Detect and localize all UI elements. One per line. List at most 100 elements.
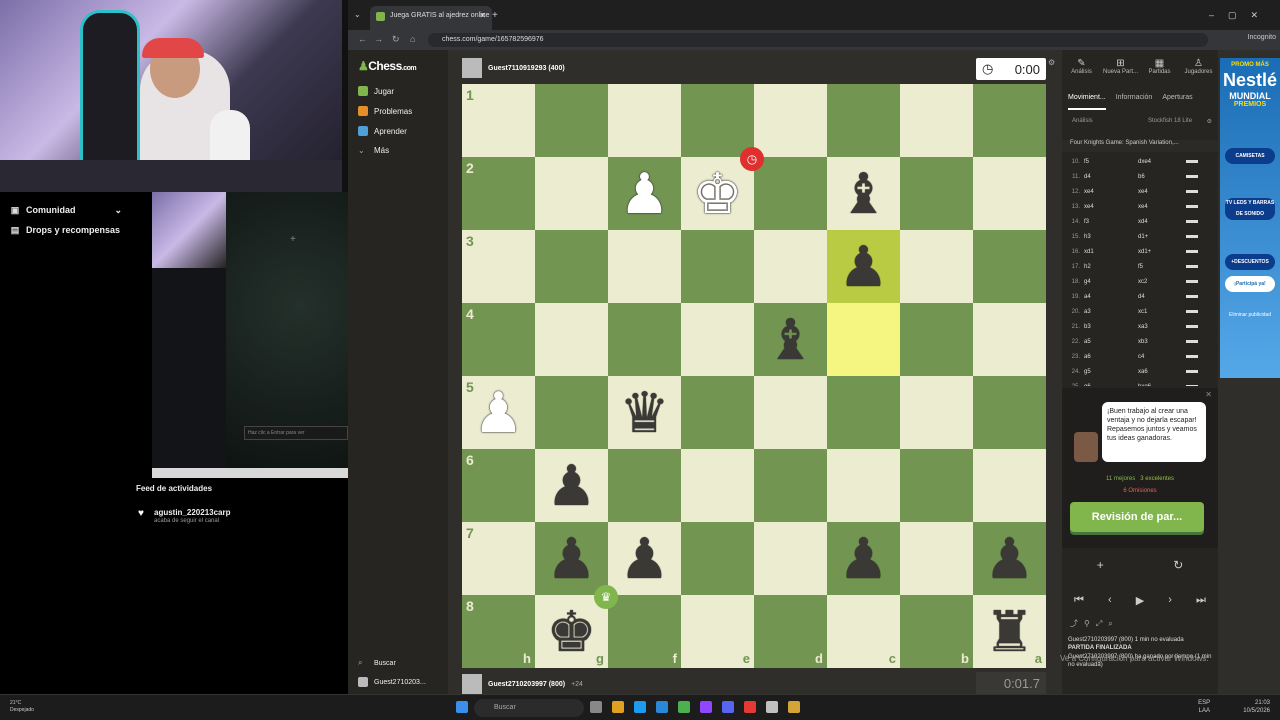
board-square[interactable]: ♝ (827, 157, 900, 230)
white-move[interactable]: h2 (1084, 264, 1138, 270)
board-square[interactable] (973, 303, 1046, 376)
black-move[interactable]: xe4 (1138, 189, 1178, 195)
remove-ads-link[interactable]: Eliminar publicidad (1220, 312, 1280, 318)
tab-nueva-partida[interactable]: ⊞ Nueva Part... (1103, 58, 1139, 88)
next-move-icon[interactable]: › (1168, 594, 1172, 606)
incognito-badge[interactable]: Incognito (1248, 34, 1276, 41)
board-square[interactable] (754, 84, 827, 157)
white-move[interactable]: g5 (1084, 369, 1138, 375)
board-square[interactable] (900, 84, 973, 157)
chess-piece[interactable]: ♝ (838, 165, 888, 222)
store-icon[interactable] (634, 701, 646, 713)
board-square[interactable] (608, 303, 681, 376)
board-square[interactable]: 3 (462, 230, 535, 303)
sidebar-item-drops[interactable]: ▤ Drops y recompensas (0, 220, 152, 240)
board-square[interactable] (754, 376, 827, 449)
taskview-icon[interactable] (590, 701, 602, 713)
white-move[interactable]: f5 (1084, 159, 1138, 165)
taskbar-search[interactable]: Buscar (474, 699, 584, 717)
preview-chat-input[interactable]: Haz clic a Entrar para ver (244, 426, 348, 440)
board-square[interactable]: ♝ (754, 303, 827, 376)
tab-partidas[interactable]: ▦ Partidas (1142, 58, 1178, 88)
chess-piece[interactable]: ♟ (619, 530, 669, 587)
board-square[interactable]: ♚ ◷ (681, 147, 764, 230)
subtab-movimientos[interactable]: Movimient... (1068, 94, 1106, 110)
board-square[interactable] (900, 303, 973, 376)
board-square[interactable] (754, 230, 827, 303)
board-square[interactable]: 7 (462, 522, 535, 595)
nav-jugar[interactable]: Jugar (358, 86, 394, 96)
chess-piece[interactable]: ♟ (984, 530, 1034, 587)
white-move[interactable]: a5 (1084, 339, 1138, 345)
tab-jugadores[interactable]: ♙ Jugadores (1181, 58, 1217, 88)
forward-icon[interactable]: → (374, 34, 383, 44)
chess-piece[interactable]: ♟ (473, 384, 523, 441)
board-square[interactable]: ♟ (608, 522, 681, 595)
black-move[interactable]: xc1 (1138, 309, 1178, 315)
board-square[interactable] (900, 522, 973, 595)
review-button[interactable]: Revisión de par... (1070, 502, 1204, 532)
board-square[interactable] (535, 157, 608, 230)
explorer-icon[interactable] (612, 701, 624, 713)
chess-piece[interactable]: ♝ (765, 311, 815, 368)
edge-icon[interactable] (656, 701, 668, 713)
board-square[interactable] (608, 449, 681, 522)
settings-icon[interactable]: ⚙ (1048, 58, 1055, 67)
black-move[interactable]: d1+ (1138, 234, 1178, 240)
obs-icon[interactable] (744, 701, 756, 713)
board-square[interactable]: f (608, 595, 681, 668)
white-move[interactable]: xe4 (1084, 204, 1138, 210)
board-square[interactable]: ♟ (973, 522, 1046, 595)
board-square[interactable]: ♟ (535, 522, 608, 595)
app-icon[interactable] (766, 701, 778, 713)
black-move[interactable]: d4 (1138, 294, 1178, 300)
board-square[interactable]: d (754, 595, 827, 668)
plus-icon[interactable]: + (290, 234, 296, 245)
board-square[interactable] (900, 449, 973, 522)
black-move[interactable]: dxe4 (1138, 159, 1178, 165)
board-square[interactable] (608, 84, 681, 157)
nav-problemas[interactable]: Problemas (358, 106, 412, 116)
black-move[interactable]: xa6 (1138, 369, 1178, 375)
board-square[interactable] (827, 376, 900, 449)
board-square[interactable] (827, 84, 900, 157)
board-square[interactable] (535, 230, 608, 303)
chess-piece[interactable]: ♟ (619, 165, 669, 222)
board-square[interactable] (900, 376, 973, 449)
chess-piece[interactable]: ♟ (546, 457, 596, 514)
play-icon[interactable]: ▶ (1136, 594, 1144, 607)
home-icon[interactable]: ⌂ (410, 34, 415, 44)
board-square[interactable]: a ♜ (973, 595, 1046, 668)
board-square[interactable] (681, 449, 754, 522)
black-move[interactable]: xa3 (1138, 324, 1178, 330)
board-square[interactable] (827, 449, 900, 522)
black-move[interactable]: xb3 (1138, 339, 1178, 345)
white-move[interactable]: xd1 (1084, 249, 1138, 255)
last-move-icon[interactable]: ⏭ (1196, 594, 1206, 607)
board-square[interactable] (681, 230, 754, 303)
chess-piece[interactable]: ♟ (838, 530, 888, 587)
black-move[interactable]: xd1+ (1138, 249, 1178, 255)
board-square[interactable]: b (900, 595, 973, 668)
language-indicator[interactable]: ESP LAA (1198, 700, 1210, 716)
chess-piece[interactable]: ♚ (692, 165, 742, 222)
board-square[interactable]: e (681, 595, 754, 668)
feed-username[interactable]: agustin_220213carp (154, 508, 231, 517)
white-move[interactable]: h3 (1084, 234, 1138, 240)
reload-icon[interactable]: ↻ (392, 34, 400, 45)
board-square[interactable]: ♛ (608, 376, 681, 449)
board-square[interactable]: ♟ (827, 522, 900, 595)
white-move[interactable]: xe4 (1084, 189, 1138, 195)
discord-icon[interactable] (722, 701, 734, 713)
board-square[interactable] (754, 522, 827, 595)
window-controls[interactable]: –▢✕ (1209, 10, 1272, 21)
black-move[interactable]: xc2 (1138, 279, 1178, 285)
board-square[interactable]: ♟ (535, 449, 608, 522)
board-square[interactable] (535, 303, 608, 376)
tab-menu-icon[interactable]: ⌄ (354, 10, 361, 19)
board-square[interactable] (535, 84, 608, 157)
app-icon[interactable] (788, 701, 800, 713)
white-move[interactable]: d4 (1084, 174, 1138, 180)
first-move-icon[interactable]: ⏮ (1074, 594, 1084, 607)
start-icon[interactable] (456, 701, 468, 713)
